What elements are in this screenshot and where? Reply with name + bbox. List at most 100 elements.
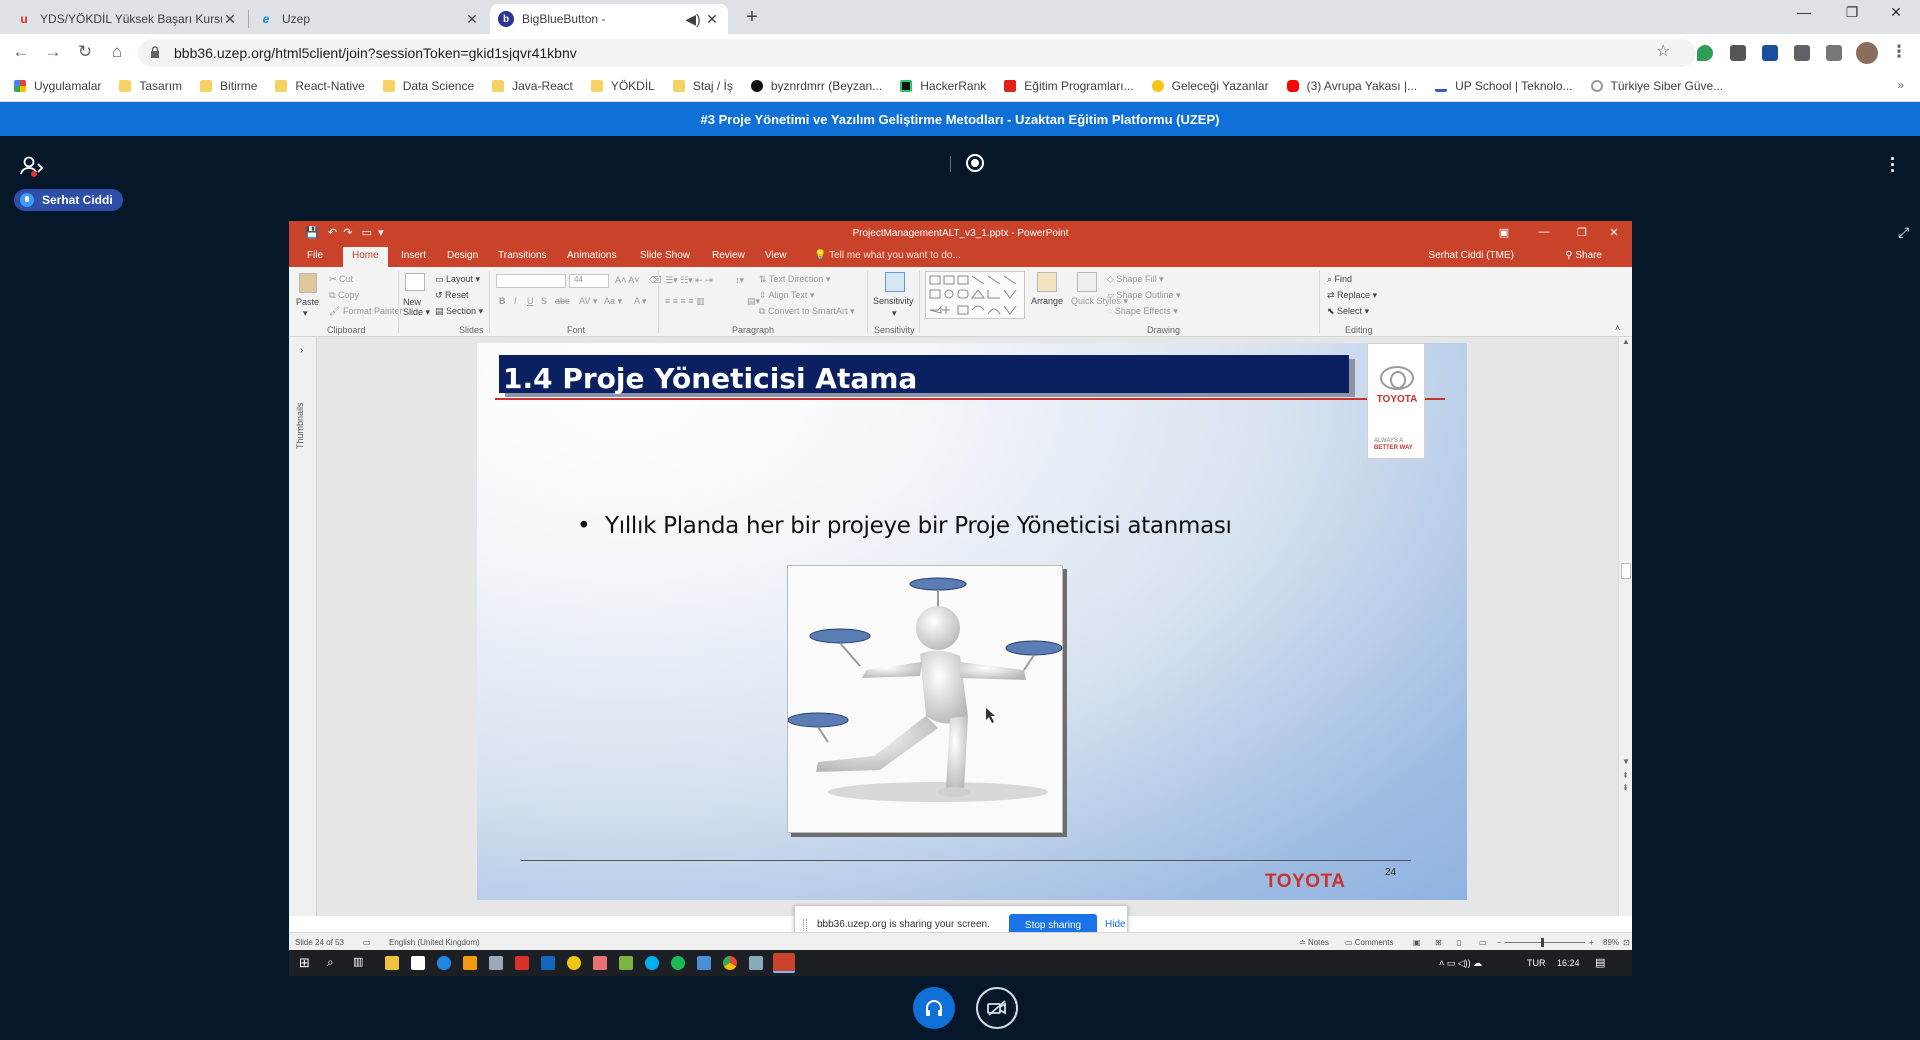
puzzle-extensions-icon[interactable] — [1794, 45, 1810, 61]
minimize-window-button[interactable]: — — [1784, 4, 1824, 20]
grow-font-button[interactable]: A˄ A˅ — [615, 275, 640, 285]
close-window-button[interactable]: ✕ — [1876, 4, 1916, 21]
cloud-icon[interactable] — [489, 956, 503, 970]
new-slide-icon[interactable] — [405, 273, 425, 291]
sensitivity-icon[interactable] — [885, 272, 905, 292]
ribbon-display-options-icon[interactable]: ▣ — [1489, 226, 1519, 239]
slideshow-view-icon[interactable]: ▭ — [1479, 938, 1487, 947]
file-explorer-icon[interactable] — [385, 956, 399, 970]
store-icon[interactable] — [411, 956, 425, 970]
options-menu-icon[interactable]: · · · — [1890, 150, 1896, 180]
reading-list-icon[interactable] — [1826, 45, 1842, 61]
sensitivity-button[interactable]: Sensitivity — [873, 296, 914, 306]
home-button[interactable]: ⌂ — [106, 42, 128, 62]
back-button[interactable]: ← — [10, 42, 32, 62]
bookmark-hackerrank[interactable]: HackerRank — [900, 79, 986, 93]
close-tab-icon[interactable]: ✕ — [222, 11, 238, 28]
bookmark-gy[interactable]: Geleceği Yazanlar — [1151, 79, 1269, 93]
share-webcam-button[interactable] — [976, 987, 1018, 1029]
notes-button[interactable]: ≐ Notes — [1299, 938, 1329, 947]
clear-formatting-button[interactable]: ⌫ — [649, 275, 662, 286]
tab-home[interactable]: Home — [343, 247, 388, 267]
tab-view[interactable]: View — [765, 250, 787, 261]
system-clock[interactable]: 16:24 — [1557, 958, 1580, 968]
shield-extension-icon[interactable] — [1697, 45, 1713, 61]
browser-tab-bbb[interactable]: b BigBlueButton - ◀) ✕ — [490, 4, 728, 34]
bookmarks-overflow-button[interactable]: » — [1897, 78, 1904, 92]
bookmark-folder[interactable]: YÖKDİL — [590, 79, 655, 93]
zoom-slider-knob[interactable] — [1541, 938, 1544, 947]
tab-review[interactable]: Review — [712, 250, 745, 261]
font-color-button[interactable]: A ▾ — [634, 296, 647, 307]
arrange-button[interactable]: Arrange — [1031, 296, 1063, 306]
close-tab-icon[interactable]: ✕ — [704, 11, 720, 28]
sensitivity-dropdown-icon[interactable]: ▾ — [892, 308, 897, 319]
remote-desktop-icon[interactable] — [697, 956, 711, 970]
address-bar[interactable]: bbb36.uzep.org/html5client/join?sessionT… — [138, 39, 1696, 67]
italic-button[interactable]: I — [514, 296, 517, 306]
quick-styles-icon[interactable] — [1077, 272, 1097, 292]
shadow-button[interactable]: S — [541, 296, 547, 306]
smartart-button[interactable]: ⧉ Convert to SmartArt ▾ — [759, 306, 855, 317]
forward-button[interactable]: → — [42, 42, 64, 62]
cut-button[interactable]: ✂ Cut — [329, 274, 353, 285]
browser-tab-uzep[interactable]: e Uzep ✕ — [250, 4, 488, 34]
bookmark-tsg[interactable]: Türkiye Siber Güve... — [1590, 79, 1723, 93]
bullets-button[interactable]: ☰▾ ☷▾ ⇤ ⇥ — [665, 275, 713, 286]
shape-outline-button[interactable]: ▱ Shape Outline ▾ — [1107, 290, 1181, 301]
powerpoint-taskbar-icon[interactable] — [773, 953, 795, 973]
strikethrough-button[interactable]: abc — [555, 296, 570, 306]
scroll-up-icon[interactable]: ▲ — [1622, 337, 1630, 346]
align-text-button[interactable]: ⇳ Align Text ▾ — [759, 290, 814, 301]
bookmark-folder[interactable]: Data Science — [382, 79, 474, 93]
line-spacing-button[interactable]: ↕▾ — [735, 275, 744, 286]
tray-icons[interactable]: ˄ ▭ ◁)) ☁ — [1439, 958, 1482, 969]
windows-start-icon[interactable]: ⊞ — [299, 955, 310, 971]
reload-button[interactable]: ↻ — [74, 42, 96, 62]
bookmark-folder[interactable]: Tasarım — [119, 79, 182, 93]
notification-center-icon[interactable]: ▤ — [1595, 956, 1605, 969]
vertical-scrollbar[interactable]: ▲ ▼ ⇞ ⇟ — [1618, 337, 1632, 916]
record-indicator-icon[interactable] — [966, 154, 984, 172]
fullscreen-icon[interactable]: ⤢ — [1898, 224, 1909, 241]
zoom-level[interactable]: 89% — [1603, 938, 1619, 947]
outlook-icon[interactable] — [541, 956, 555, 970]
arrange-icon[interactable] — [1037, 272, 1057, 292]
change-case-button[interactable]: Aa ▾ — [604, 296, 622, 307]
normal-view-icon[interactable]: ▣ — [1413, 938, 1421, 947]
zoom-slider[interactable] — [1505, 942, 1585, 943]
shape-effects-button[interactable]: ◌ Shape Effects ▾ — [1107, 306, 1178, 317]
share-button[interactable]: ⚲ Share — [1565, 250, 1602, 261]
thumbnails-pane[interactable]: › Thumbnails — [289, 337, 317, 916]
bookmark-acrobat[interactable]: Eğitim Programları... — [1004, 79, 1134, 93]
pp-minimize-button[interactable]: — — [1529, 226, 1559, 238]
translate-extension-icon[interactable] — [1762, 45, 1778, 61]
tab-design[interactable]: Design — [447, 250, 478, 261]
new-slide-button[interactable]: New Slide ▾ — [403, 297, 430, 318]
align-buttons[interactable]: ≡ ≡ ≡ ≡ ▥ — [665, 296, 705, 307]
bookmark-github[interactable]: byznrdmrr (Beyzan... — [750, 79, 882, 93]
lock-icon[interactable] — [150, 46, 160, 58]
snipping-icon[interactable] — [749, 956, 763, 970]
bookmark-folder[interactable]: Bitirme — [200, 79, 257, 93]
font-size-input[interactable]: 44 — [569, 274, 609, 288]
task-view-icon[interactable]: ▥ — [353, 955, 363, 968]
paste-icon[interactable] — [299, 273, 317, 293]
reading-view-icon[interactable]: ▯ — [1457, 938, 1461, 947]
underline-button[interactable]: U — [527, 296, 534, 306]
browser-tab-yds[interactable]: u YDS/YÖKDİL Yüksek Başarı Kursu ✕ — [8, 4, 246, 34]
replace-button[interactable]: ⇄ Replace ▾ — [1327, 290, 1377, 301]
audio-button[interactable] — [913, 987, 955, 1029]
tab-animations[interactable]: Animations — [567, 250, 616, 261]
paste-button[interactable]: Paste — [296, 297, 319, 307]
zoom-out-icon[interactable]: − — [1497, 938, 1502, 947]
copy-button[interactable]: ⧉ Copy — [329, 290, 359, 301]
user-list-toggle-icon[interactable] — [20, 156, 46, 178]
expand-thumbnails-icon[interactable]: › — [300, 345, 303, 356]
format-painter-button[interactable]: 🖌 Format Painter — [329, 306, 402, 317]
search-icon[interactable]: ⌕ — [327, 955, 334, 970]
spellcheck-icon[interactable]: ▭ — [363, 938, 371, 947]
zoom-in-icon[interactable]: + — [1589, 938, 1594, 947]
select-button[interactable]: ⬉ Select ▾ — [1327, 306, 1369, 317]
bold-button[interactable]: B — [499, 296, 506, 306]
